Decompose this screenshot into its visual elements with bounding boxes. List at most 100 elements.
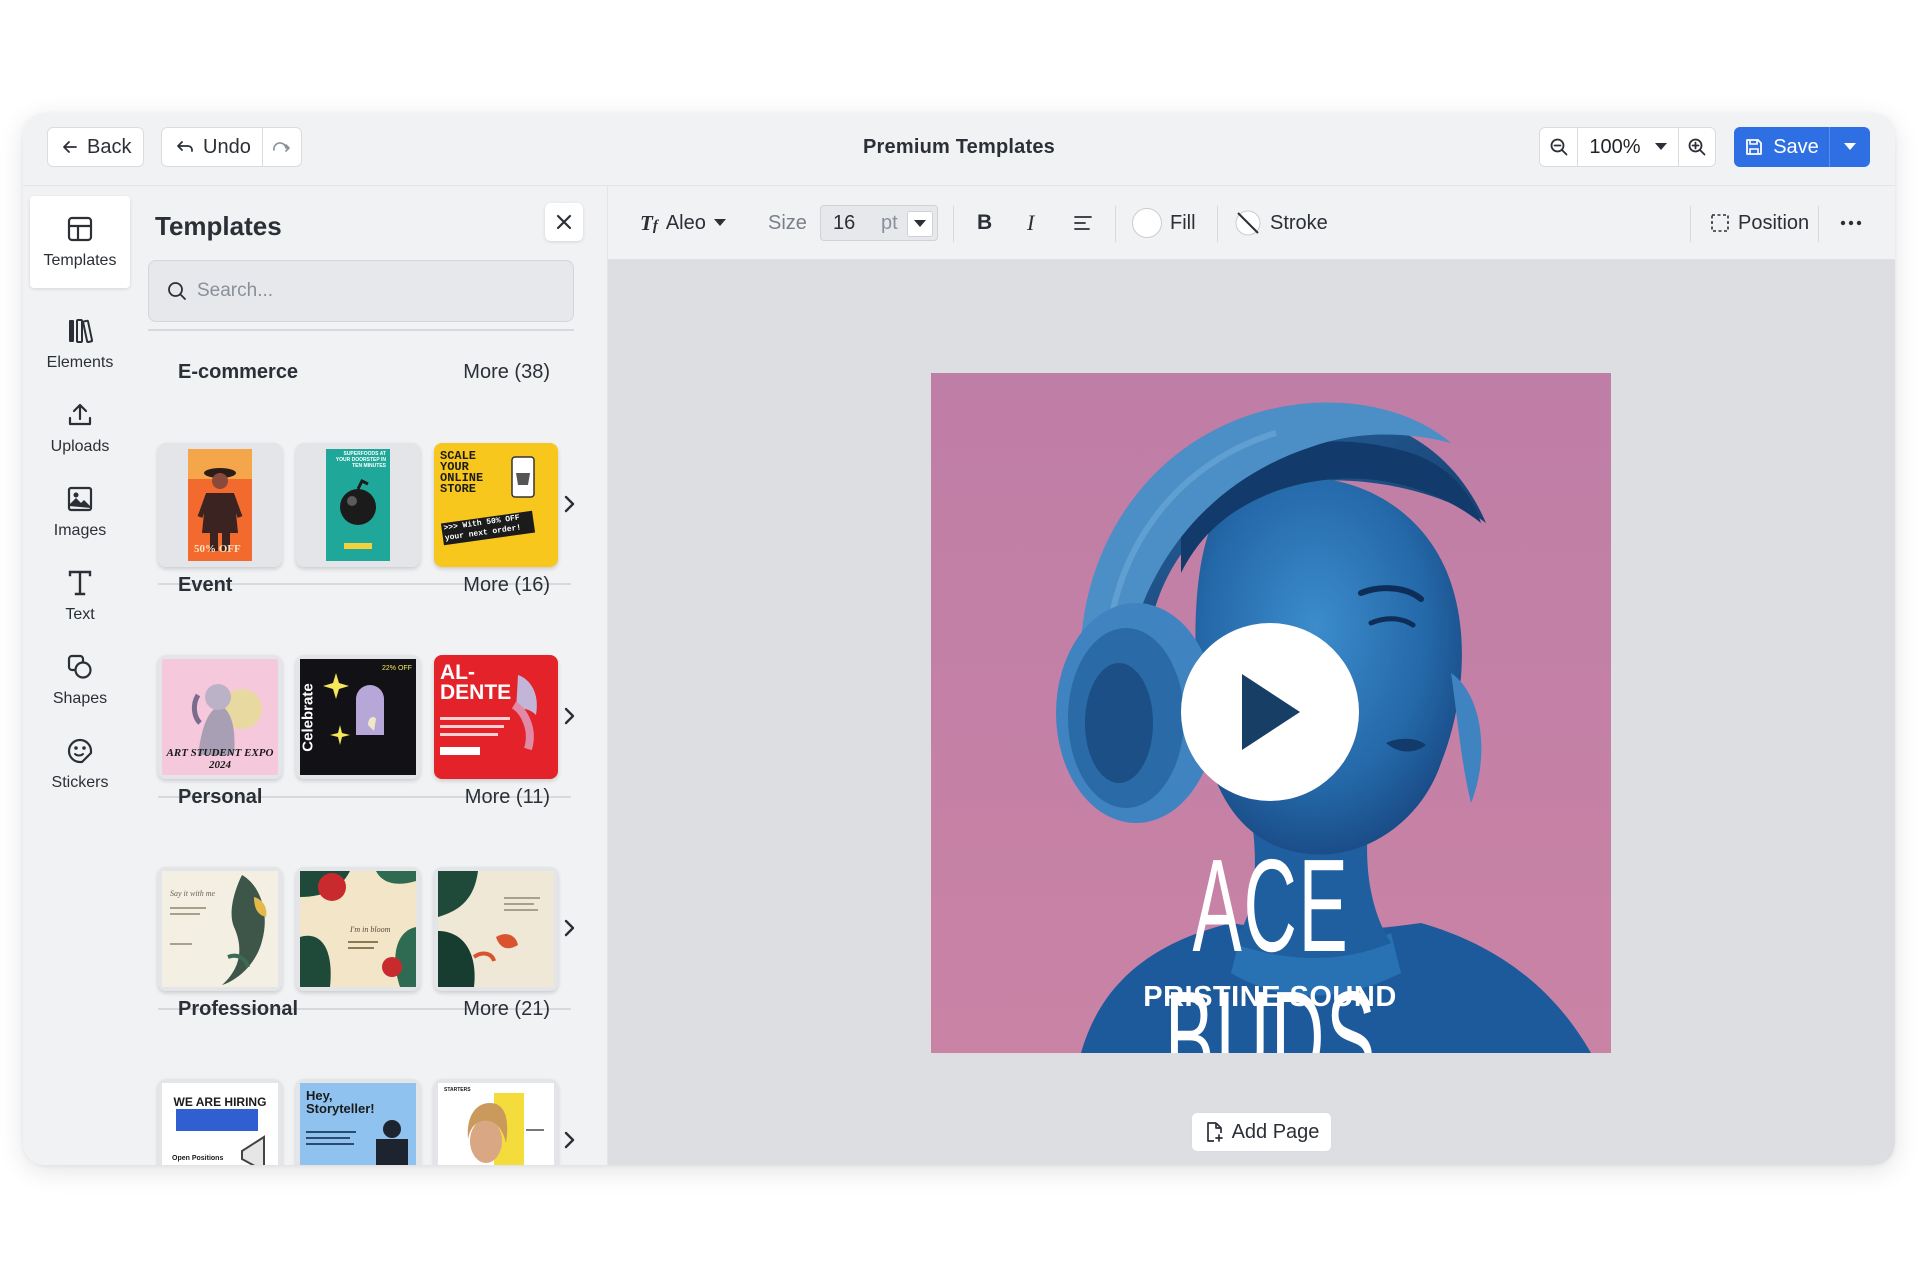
rail-item-shapes[interactable]: Shapes: [30, 634, 130, 726]
template-thumbnail[interactable]: ART STUDENT EXPO 2024: [158, 655, 282, 779]
sticker-icon: [67, 738, 93, 763]
subheadline-text[interactable]: PRISTINE SOUND: [931, 981, 1609, 1014]
zoom-in-button[interactable]: [1678, 128, 1715, 166]
stroke-button[interactable]: Stroke: [1234, 205, 1328, 241]
undo-button[interactable]: Undo: [161, 127, 263, 167]
thumb-text: 22% OFF: [382, 665, 412, 672]
rail-item-elements[interactable]: Elements: [30, 298, 130, 390]
more-horizontal-icon: [1840, 220, 1862, 226]
next-arrow-button[interactable]: [558, 490, 582, 518]
rail-item-stickers[interactable]: Stickers: [30, 718, 130, 810]
save-button-group: Save: [1734, 127, 1870, 167]
font-size-unit: pt: [881, 212, 898, 234]
align-button[interactable]: [1073, 205, 1093, 241]
template-thumbnail[interactable]: STARTERS: [434, 1079, 558, 1165]
panel-title: Templates: [155, 211, 282, 241]
thumb-text: Say it with me: [170, 889, 216, 898]
save-options-button[interactable]: [1830, 127, 1870, 167]
upload-icon: [68, 403, 92, 425]
category-row-event: ART STUDENT EXPO 2024 Celebrate 22% OFF: [158, 655, 575, 783]
next-arrow-button[interactable]: [558, 914, 582, 942]
template-thumbnail[interactable]: WE ARE HIRING Open Positions: [158, 1079, 282, 1165]
template-thumbnail[interactable]: I'm in bloom: [296, 867, 420, 991]
rail-label: Images: [53, 521, 107, 539]
thumb-text: 50% OFF: [194, 543, 241, 555]
thumb-text: SUPERFOODS AT YOUR DOORSTEP IN TEN MINUT…: [335, 451, 386, 469]
rail-item-uploads[interactable]: Uploads: [30, 382, 130, 474]
add-page-icon: [1206, 1122, 1223, 1142]
template-thumbnail[interactable]: Hey, Storyteller!: [296, 1079, 420, 1165]
divider: [1690, 206, 1691, 242]
position-label: Position: [1738, 211, 1810, 234]
category-title: E-commerce: [178, 361, 299, 383]
redo-button[interactable]: [262, 127, 302, 167]
font-family-select[interactable]: Tf Aleo: [640, 205, 726, 241]
template-thumbnail[interactable]: 50% OFF: [158, 443, 282, 567]
image-icon: [67, 486, 93, 511]
rail-item-templates[interactable]: Templates: [30, 196, 130, 288]
font-size-dropdown[interactable]: [907, 211, 933, 237]
undo-icon: [177, 141, 193, 152]
rail-item-text[interactable]: Text: [30, 550, 130, 642]
canvas-area: ACE BUDS PRISTINE SOUND Add Page: [608, 260, 1895, 1165]
close-panel-button[interactable]: [545, 203, 583, 241]
rail-label: Shapes: [52, 689, 108, 707]
font-name: Aleo: [665, 211, 706, 234]
category-more-link[interactable]: More (38): [463, 361, 550, 384]
category-more-link[interactable]: More (16): [463, 574, 550, 597]
elements-icon: [69, 318, 94, 343]
divider: [953, 206, 954, 242]
zoom-in-icon: [1688, 138, 1706, 156]
rail-label: Text: [65, 605, 95, 623]
zoom-out-button[interactable]: [1540, 128, 1578, 166]
headline-text[interactable]: ACE BUDS: [1081, 840, 1462, 1054]
fill-color-swatch: [1132, 208, 1162, 238]
category-row-personal: Say it with me I'm in bloom: [158, 867, 575, 995]
thumb-text: WE ARE HIRING: [173, 1095, 267, 1109]
fill-button[interactable]: Fill: [1132, 205, 1196, 241]
next-arrow-button[interactable]: [558, 702, 582, 730]
artboard[interactable]: ACE BUDS PRISTINE SOUND: [931, 373, 1611, 1053]
rail-item-images[interactable]: Images: [30, 466, 130, 558]
template-thumbnail[interactable]: AL-DENTE: [434, 655, 558, 779]
layout-icon: [67, 216, 93, 241]
template-thumbnail[interactable]: [434, 867, 558, 991]
category-title: Personal: [178, 786, 263, 808]
templates-panel: Templates E-commerce More (38): [136, 186, 608, 1165]
align-left-icon: [1074, 216, 1092, 230]
thumb-text: STARTERS: [444, 1087, 471, 1093]
font-icon: Tf: [640, 210, 658, 235]
font-size-field[interactable]: 16 pt: [820, 205, 938, 241]
play-button[interactable]: [1181, 623, 1359, 801]
position-button[interactable]: Position: [1710, 205, 1809, 241]
zoom-level-select[interactable]: 100%: [1578, 128, 1678, 166]
thumb-text: SCALE YOUR ONLINE STORE: [440, 449, 484, 496]
format-toolbar: Tf Aleo Size 16 pt B I Fill Stroke Posit…: [608, 186, 1895, 260]
back-label: Back: [87, 135, 132, 158]
more-options-button[interactable]: [1840, 205, 1862, 241]
template-thumbnail[interactable]: Celebrate 22% OFF: [296, 655, 420, 779]
add-page-label: Add Page: [1231, 1120, 1320, 1143]
bold-button[interactable]: B: [977, 205, 992, 241]
back-button[interactable]: Back: [47, 127, 144, 167]
add-page-button[interactable]: Add Page: [1191, 1112, 1332, 1152]
rail-label: Templates: [43, 251, 117, 269]
category-title: Event: [178, 574, 233, 596]
divider: [1115, 206, 1116, 242]
template-thumbnail[interactable]: SCALE YOUR ONLINE STORE >>> With 50% OFF…: [434, 443, 558, 567]
save-button[interactable]: Save: [1734, 127, 1830, 167]
template-search: [148, 260, 574, 322]
search-input[interactable]: [197, 280, 557, 302]
search-icon: [168, 282, 186, 300]
category-more-link[interactable]: More (11): [465, 786, 550, 809]
next-arrow-button[interactable]: [558, 1126, 582, 1154]
category-title: Professional: [178, 998, 299, 1020]
thumb-text: Hey, Storyteller!: [306, 1088, 375, 1116]
category-more-link[interactable]: More (21): [463, 998, 550, 1021]
close-icon: [556, 214, 572, 230]
italic-button[interactable]: I: [1027, 205, 1034, 241]
size-label: Size: [768, 211, 807, 234]
category-row-ecommerce: 50% OFF SUPERFOODS AT YOUR DOORSTEP IN T…: [158, 443, 575, 571]
template-thumbnail[interactable]: SUPERFOODS AT YOUR DOORSTEP IN TEN MINUT…: [296, 443, 420, 567]
template-thumbnail[interactable]: Say it with me: [158, 867, 282, 991]
